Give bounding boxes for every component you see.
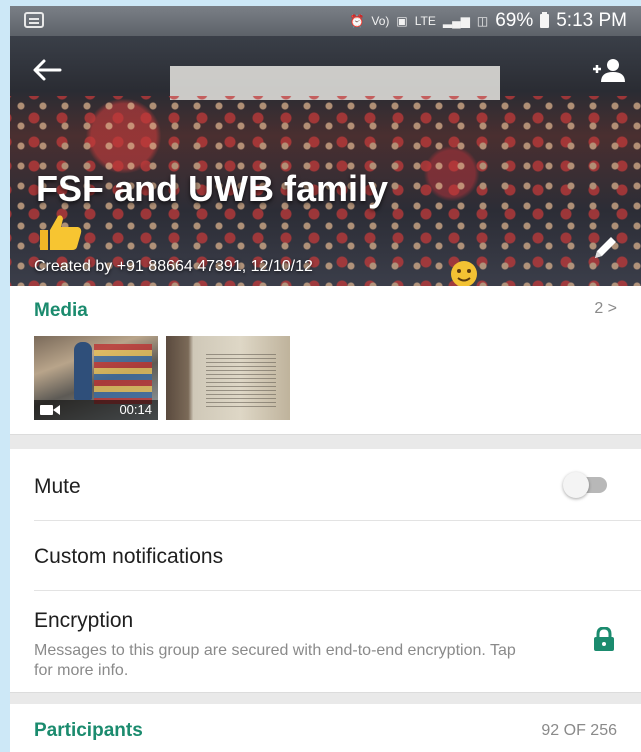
photo-banner [170, 66, 500, 100]
volte-label: Vo) [371, 14, 390, 28]
document-text-lines [206, 354, 276, 410]
group-photo-header[interactable]: FSF and UWB family Created by +91 88664 … [10, 36, 641, 286]
custom-notifications-label: Custom notifications [34, 545, 224, 568]
encryption-description: Messages to this group are secured with … [34, 642, 516, 679]
participants-label: Participants [34, 720, 143, 741]
group-name: FSF and UWB family [36, 168, 389, 209]
smile-emoji [451, 261, 477, 286]
mute-toggle-knob [563, 472, 589, 498]
participants-header: Participants 92 OF 256 [10, 704, 641, 752]
media-label[interactable]: Media [34, 300, 88, 322]
mute-label: Mute [34, 475, 81, 498]
media-thumbnail-image[interactable] [166, 336, 290, 420]
custom-notifications-row[interactable]: Custom notifications [10, 521, 641, 591]
mute-row[interactable]: Mute [10, 449, 641, 521]
status-icons: ⏰ Vo) ▣ LTE ▂▄▆ ◫ 69% 5:13 PM [349, 10, 627, 32]
media-thumbnail-video[interactable]: 00:14 [34, 336, 158, 420]
edit-icon[interactable] [589, 232, 621, 264]
video-duration: 00:14 [119, 402, 152, 417]
data-icon: ▣ [396, 14, 408, 28]
thumbs-up-emoji [40, 215, 82, 250]
media-count[interactable]: 2 > [594, 300, 617, 318]
battery-icon [540, 12, 550, 28]
battery-percent: 69% [495, 10, 534, 31]
video-scene [94, 344, 152, 404]
lte-label: LTE [414, 14, 436, 28]
encryption-label: Encryption [34, 609, 134, 632]
video-camera-icon [40, 405, 60, 415]
add-participant-icon[interactable] [591, 58, 625, 82]
created-by-text: Created by +91 88664 47391, 12/10/12 [34, 258, 313, 275]
signal-icon: ▂▄▆ [442, 14, 470, 28]
video-person [74, 342, 92, 400]
alarm-icon: ⏰ [349, 14, 365, 28]
participants-count: 92 OF 256 [541, 722, 617, 739]
lock-icon [594, 627, 614, 651]
mute-toggle[interactable] [563, 472, 607, 498]
group-info-screen: ⏰ Vo) ▣ LTE ▂▄▆ ◫ 69% 5:13 PM FSF and UW… [10, 6, 641, 752]
media-section: Media 2 > 00:14 [10, 286, 641, 434]
clock: 5:13 PM [556, 10, 627, 31]
back-arrow-icon[interactable] [32, 58, 62, 82]
signal-icon-2: ◫ [476, 14, 489, 28]
notification-icon [24, 12, 44, 28]
status-bar: ⏰ Vo) ▣ LTE ▂▄▆ ◫ 69% 5:13 PM [10, 6, 641, 36]
section-divider [10, 434, 641, 450]
encryption-row[interactable]: Encryption Messages to this group are se… [10, 591, 641, 692]
